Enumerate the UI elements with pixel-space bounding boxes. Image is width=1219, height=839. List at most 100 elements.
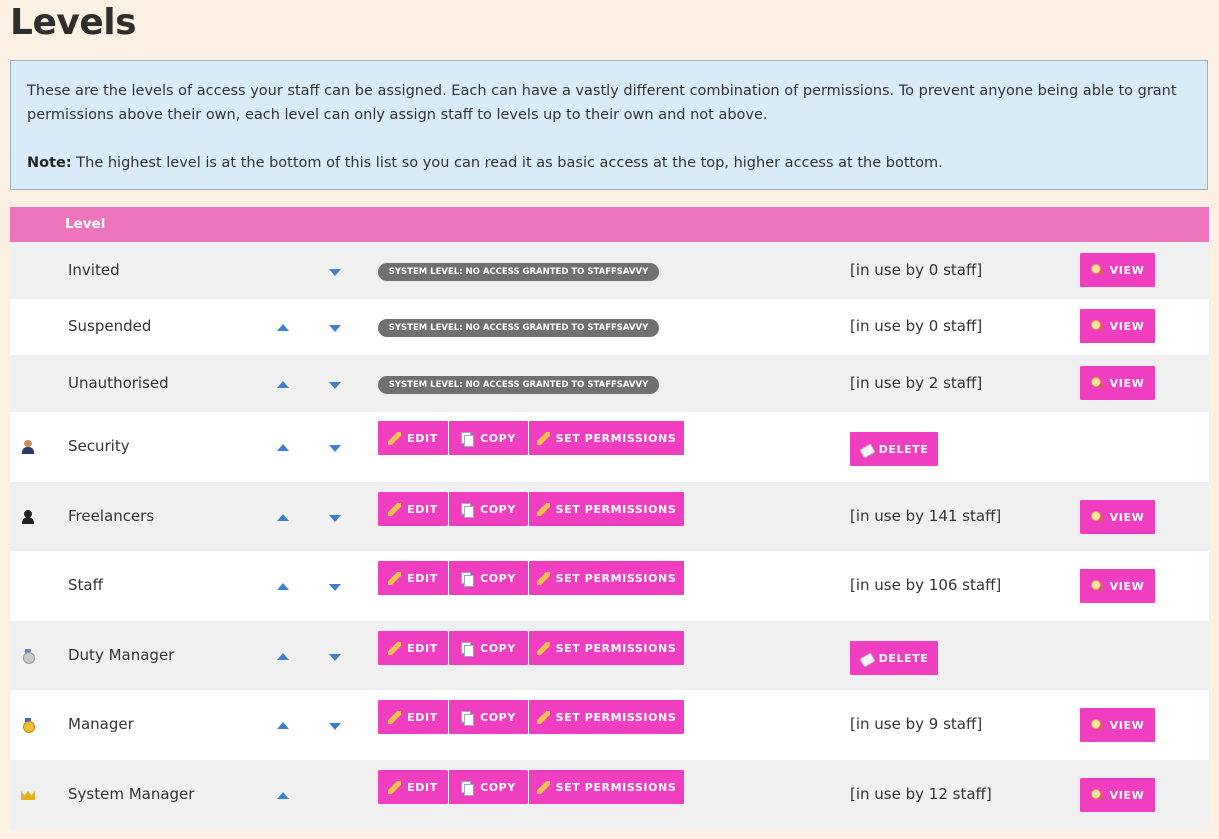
set-permissions-label: SET PERMISSIONS	[555, 710, 677, 724]
system-level-badge: SYSTEM LEVEL: NO ACCESS GRANTED TO STAFF…	[378, 376, 659, 394]
view-button[interactable]: VIEW	[1080, 366, 1155, 400]
pencil-icon	[536, 571, 550, 585]
level-name: Security	[68, 437, 130, 455]
copy-button[interactable]: COPY	[449, 492, 528, 526]
usage-count: [in use by 12 staff]	[850, 785, 992, 803]
usage-count: [in use by 2 staff]	[850, 374, 983, 392]
move-down-icon[interactable]	[329, 515, 341, 522]
edit-button[interactable]: EDIT	[378, 631, 448, 665]
view-button[interactable]: VIEW	[1080, 309, 1155, 343]
delete-label: DELETE	[878, 442, 929, 456]
move-down-icon[interactable]	[329, 325, 341, 332]
eraser-icon	[860, 443, 873, 456]
set-permissions-button[interactable]: SET PERMISSIONS	[529, 561, 684, 595]
level-name: Staff	[68, 576, 103, 594]
view-label: VIEW	[1109, 718, 1145, 732]
view-label: VIEW	[1109, 788, 1145, 802]
copy-label: COPY	[480, 780, 516, 794]
set-permissions-button[interactable]: SET PERMISSIONS	[529, 492, 684, 526]
table-row: Manager EDIT COPY SET PERMISSIONS [in use by…	[10, 690, 1209, 760]
usage-count: [in use by 106 staff]	[850, 576, 1002, 594]
view-label: VIEW	[1109, 579, 1145, 593]
copy-button[interactable]: COPY	[449, 421, 528, 455]
silver-medal-icon	[21, 649, 35, 664]
table-header: Level	[10, 207, 1209, 242]
move-down-icon[interactable]	[329, 445, 341, 452]
view-label: VIEW	[1109, 263, 1145, 277]
copy-label: COPY	[480, 431, 516, 445]
edit-label: EDIT	[407, 780, 438, 794]
move-down-icon[interactable]	[329, 382, 341, 389]
view-button[interactable]: VIEW	[1080, 500, 1155, 534]
edit-button[interactable]: EDIT	[378, 770, 448, 804]
level-name: Suspended	[68, 317, 152, 335]
set-permissions-button[interactable]: SET PERMISSIONS	[529, 770, 684, 804]
edit-button[interactable]: EDIT	[378, 700, 448, 734]
move-up-icon[interactable]	[277, 792, 289, 799]
pencil-icon	[388, 641, 402, 655]
level-name: Manager	[68, 715, 134, 733]
move-up-icon[interactable]	[277, 722, 289, 729]
edit-button[interactable]: EDIT	[378, 561, 448, 595]
person-silhouette-icon	[21, 510, 35, 524]
edit-button[interactable]: EDIT	[378, 421, 448, 455]
set-permissions-button[interactable]: SET PERMISSIONS	[529, 700, 684, 734]
magnifier-icon	[1090, 376, 1104, 390]
view-label: VIEW	[1109, 376, 1145, 390]
edit-label: EDIT	[407, 431, 438, 445]
delete-button[interactable]: DELETE	[850, 432, 938, 466]
view-button[interactable]: VIEW	[1080, 253, 1155, 287]
set-permissions-label: SET PERMISSIONS	[555, 780, 677, 794]
view-button[interactable]: VIEW	[1080, 708, 1155, 742]
move-up-icon[interactable]	[277, 444, 289, 451]
copy-button[interactable]: COPY	[449, 561, 528, 595]
copy-label: COPY	[480, 502, 516, 516]
move-up-icon[interactable]	[277, 324, 289, 331]
table-row: Security EDIT COPY SET PERMISSIONS DELETE	[10, 412, 1209, 482]
pencil-icon	[536, 641, 550, 655]
table-row: Unauthorised SYSTEM LEVEL: NO ACCESS GRAN…	[10, 355, 1209, 412]
table-body: Invited SYSTEM LEVEL: NO ACCESS GRANTED T…	[10, 242, 1209, 830]
info-text: These are the levels of access your staf…	[27, 83, 1177, 123]
usage-count: [in use by 9 staff]	[850, 715, 983, 733]
move-down-icon[interactable]	[329, 723, 341, 730]
pencil-icon	[388, 431, 402, 445]
move-down-icon[interactable]	[329, 584, 341, 591]
move-up-icon[interactable]	[277, 653, 289, 660]
gold-medal-icon	[21, 718, 35, 733]
set-permissions-button[interactable]: SET PERMISSIONS	[529, 631, 684, 665]
copy-button[interactable]: COPY	[449, 631, 528, 665]
move-up-icon[interactable]	[277, 514, 289, 521]
table-row: Freelancers EDIT COPY SET PERMISSIONS [in us…	[10, 482, 1209, 551]
system-level-badge: SYSTEM LEVEL: NO ACCESS GRANTED TO STAFF…	[378, 263, 659, 281]
level-name: Invited	[68, 261, 120, 279]
view-button[interactable]: VIEW	[1080, 569, 1155, 603]
copy-button[interactable]: COPY	[449, 770, 528, 804]
table-row: System Manager EDIT COPY SET PERMISSIONS [in…	[10, 760, 1209, 830]
set-permissions-label: SET PERMISSIONS	[555, 502, 677, 516]
note-label: Note:	[27, 155, 72, 171]
move-up-icon[interactable]	[277, 583, 289, 590]
edit-button[interactable]: EDIT	[378, 492, 448, 526]
pencil-icon	[536, 780, 550, 794]
level-name: Unauthorised	[68, 374, 169, 392]
move-down-icon[interactable]	[329, 269, 341, 276]
move-up-icon[interactable]	[277, 381, 289, 388]
delete-button[interactable]: DELETE	[850, 641, 938, 675]
move-down-icon[interactable]	[329, 654, 341, 661]
view-button[interactable]: VIEW	[1080, 778, 1155, 812]
column-header-level: Level	[65, 216, 106, 232]
pencil-icon	[388, 502, 402, 516]
set-permissions-label: SET PERMISSIONS	[555, 641, 677, 655]
table-row: Staff EDIT COPY SET PERMISSIONS [in use by 1…	[10, 551, 1209, 621]
copy-button[interactable]: COPY	[449, 700, 528, 734]
set-permissions-label: SET PERMISSIONS	[555, 571, 677, 585]
magnifier-icon	[1090, 319, 1104, 333]
pencil-icon	[536, 502, 550, 516]
copy-icon	[461, 641, 475, 657]
info-note: Note: The highest level is at the bottom…	[27, 151, 1191, 175]
magnifier-icon	[1090, 579, 1104, 593]
set-permissions-button[interactable]: SET PERMISSIONS	[529, 421, 684, 455]
usage-count: [in use by 0 staff]	[850, 261, 983, 279]
usage-count: [in use by 141 staff]	[850, 507, 1002, 525]
